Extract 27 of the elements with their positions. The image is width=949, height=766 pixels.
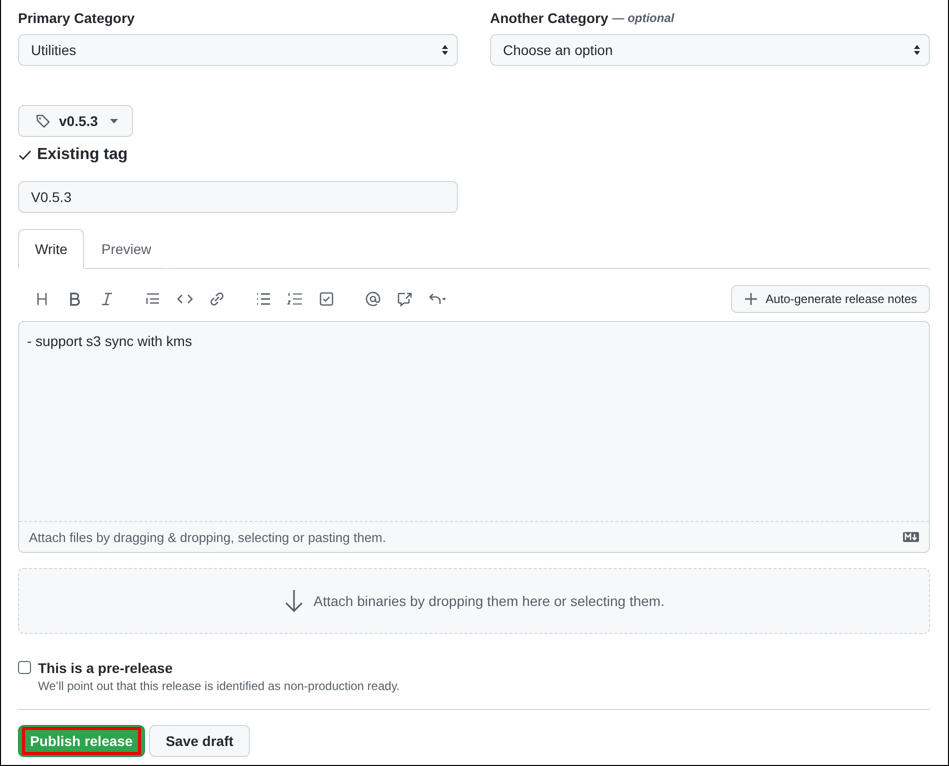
tag-icon — [35, 113, 51, 129]
binaries-dropzone[interactable]: Attach binaries by dropping them here or selecting them. — [18, 568, 930, 634]
release-notes-editor[interactable]: - support s3 sync with kms Attach files by dragging & dropping, selecting or pasting them. — [18, 321, 930, 553]
tag-status: Existing tag — [37, 146, 128, 164]
draft-button[interactable]: Save draft — [148, 725, 250, 757]
prerelease-checkbox[interactable] — [18, 661, 31, 674]
tag-picker-button[interactable]: v0.5.3 — [18, 105, 133, 137]
field-label: Primary Category — [18, 10, 135, 26]
select-arrows-icon — [913, 44, 921, 56]
optional-hint: — optional — [612, 11, 674, 25]
down-arrow-icon — [284, 589, 304, 613]
checkbox-label: This is a pre-release — [38, 660, 174, 676]
check-icon — [18, 149, 32, 161]
release-notes-text: - support s3 sync with kms — [26, 332, 193, 351]
category-select[interactable]: Choose an option — [490, 34, 930, 66]
select-arrows-icon — [441, 44, 449, 56]
plus-icon — [744, 292, 758, 306]
editor-tab[interactable]: Preview — [84, 229, 168, 269]
auto-generate-button[interactable]: Auto-generate release notes — [730, 285, 930, 313]
release-title-field[interactable]: V0.5.3 — [18, 181, 458, 213]
caret-icon — [110, 118, 118, 124]
field-label: Another Category — [490, 10, 608, 26]
attach-hint: Attach files by dragging & dropping, selecting or pasting them. — [29, 530, 386, 544]
category-select[interactable]: Utilities — [18, 34, 458, 66]
checkbox-note: We’ll point out that this release is identified as non-production ready. — [38, 679, 400, 693]
markdown-icon — [903, 532, 919, 542]
editor-tab[interactable]: Write — [18, 229, 84, 269]
